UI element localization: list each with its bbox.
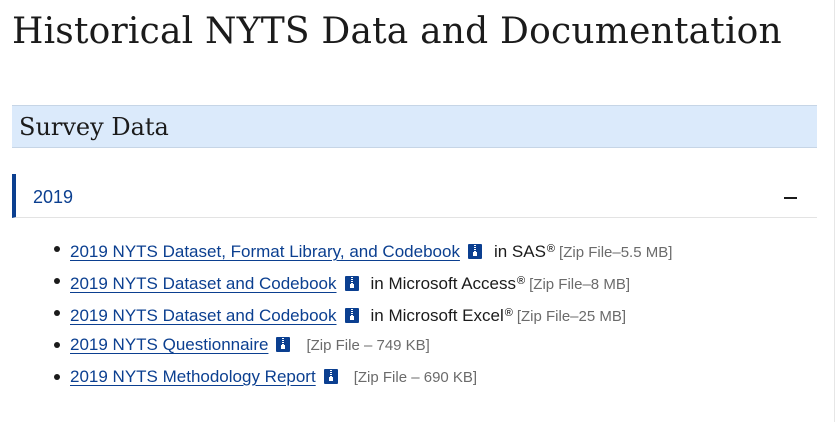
bullet bbox=[54, 310, 60, 316]
file-format: in SAS bbox=[493, 242, 546, 261]
accordion-label: 2019 bbox=[33, 187, 74, 207]
minus-icon[interactable] bbox=[784, 197, 797, 199]
file-link[interactable]: 2019 NYTS Dataset, Format Library, and C… bbox=[70, 242, 460, 261]
list-item: 2019 NYTS Methodology Report [Zip File – … bbox=[12, 361, 672, 393]
zip-file-icon bbox=[344, 308, 359, 323]
registered-mark: ® bbox=[546, 243, 556, 255]
registered-mark: ® bbox=[504, 307, 513, 319]
list-item: 2019 NYTS Questionnaire [Zip File – 749 K… bbox=[12, 329, 672, 361]
file-link[interactable]: 2019 NYTS Dataset and Codebook bbox=[70, 274, 337, 293]
page: Historical NYTS Data and Documentation S… bbox=[0, 0, 835, 422]
file-size: [Zip File–25 MB] bbox=[516, 308, 627, 325]
accordion-toggle-2019[interactable]: 2019 bbox=[12, 174, 817, 218]
bullet bbox=[54, 246, 60, 252]
file-format: in Microsoft Excel bbox=[370, 306, 504, 325]
file-size: [Zip File – 690 KB] bbox=[353, 369, 478, 386]
zip-file-icon bbox=[323, 369, 338, 384]
bullet bbox=[54, 374, 60, 380]
zip-file-icon bbox=[344, 276, 359, 291]
zip-file-icon bbox=[276, 337, 291, 352]
file-size: [Zip File–5.5 MB] bbox=[559, 244, 673, 261]
zip-file-icon bbox=[467, 244, 482, 259]
file-link[interactable]: 2019 NYTS Dataset and Codebook bbox=[70, 306, 337, 325]
accordion-2019: 2019 bbox=[12, 174, 817, 218]
file-list: 2019 NYTS Dataset, Format Library, and C… bbox=[12, 233, 672, 393]
list-item: 2019 NYTS Dataset, Format Library, and C… bbox=[12, 233, 672, 265]
file-link[interactable]: 2019 NYTS Methodology Report bbox=[70, 367, 316, 386]
bullet bbox=[54, 278, 60, 284]
list-item: 2019 NYTS Dataset and Codebook in Microso… bbox=[12, 297, 672, 329]
bullet bbox=[54, 342, 60, 348]
page-title: Historical NYTS Data and Documentation bbox=[12, 11, 782, 52]
file-size: [Zip File–8 MB] bbox=[529, 276, 630, 293]
file-link[interactable]: 2019 NYTS Questionnaire bbox=[70, 335, 268, 354]
registered-mark: ® bbox=[517, 275, 526, 287]
survey-data-header: Survey Data bbox=[12, 105, 817, 148]
section-title: Survey Data bbox=[19, 113, 169, 141]
file-format: in Microsoft Access bbox=[370, 274, 517, 293]
file-size: [Zip File – 749 KB] bbox=[306, 337, 430, 354]
list-item: 2019 NYTS Dataset and Codebook in Microso… bbox=[12, 265, 672, 297]
